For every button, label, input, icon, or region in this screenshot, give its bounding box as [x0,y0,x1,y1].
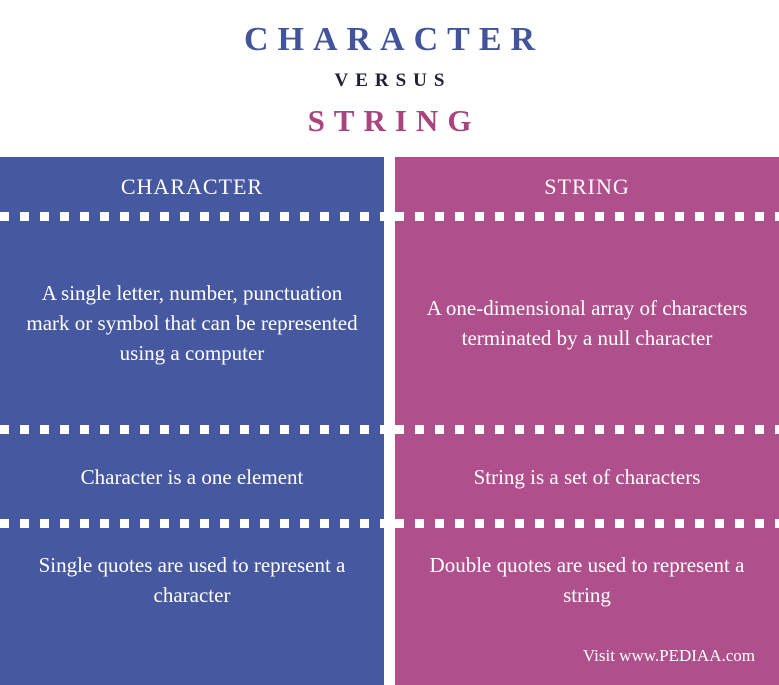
comparison-infographic: CHARACTER VERSUS STRING CHARACTER A sing… [0,0,779,685]
dashed-divider-icon [0,425,384,434]
column-string: STRING A one-dimensional array of charac… [395,157,779,685]
column-header-character: CHARACTER [120,174,264,199]
column-spacer [0,627,384,667]
dashed-divider-icon [0,212,384,221]
column-character: CHARACTER A single letter, number, punct… [0,157,384,685]
dashed-divider-icon [395,212,779,221]
dashed-divider-icon [0,519,384,528]
cell-text: A one-dimensional array of characters te… [426,296,748,350]
comparison-columns: CHARACTER A single letter, number, punct… [0,157,779,685]
table-cell-character-element: Character is a one element [0,438,384,515]
cell-text: Single quotes are used to represent a ch… [38,552,346,607]
cell-text: Character is a one element [80,464,304,489]
column-spacer [395,627,779,645]
dashed-divider-icon [395,425,779,434]
table-cell-string-set: String is a set of characters [395,438,779,515]
table-cell-character-quotes: Single quotes are used to represent a ch… [0,532,384,627]
dashed-divider-icon [395,519,779,528]
title-block: CHARACTER VERSUS STRING [0,0,779,157]
column-header-string: STRING [544,174,630,199]
table-cell-string-quotes: Double quotes are used to represent a st… [395,532,779,627]
table-cell-character-definition: A single letter, number, punctuation mar… [0,225,384,421]
table-cell-string-definition: A one-dimensional array of characters te… [395,225,779,421]
cell-text: A single letter, number, punctuation mar… [26,281,358,365]
page-title-versus: VERSUS [334,70,452,91]
cell-text: Double quotes are used to represent a st… [429,552,745,607]
footer-website-credit: Visit www.PEDIAA.com [582,646,755,665]
cell-text: String is a set of characters [473,464,701,489]
page-title-string: STRING [307,103,481,138]
page-title-character: CHARACTER [243,21,545,58]
column-separator [384,157,395,685]
